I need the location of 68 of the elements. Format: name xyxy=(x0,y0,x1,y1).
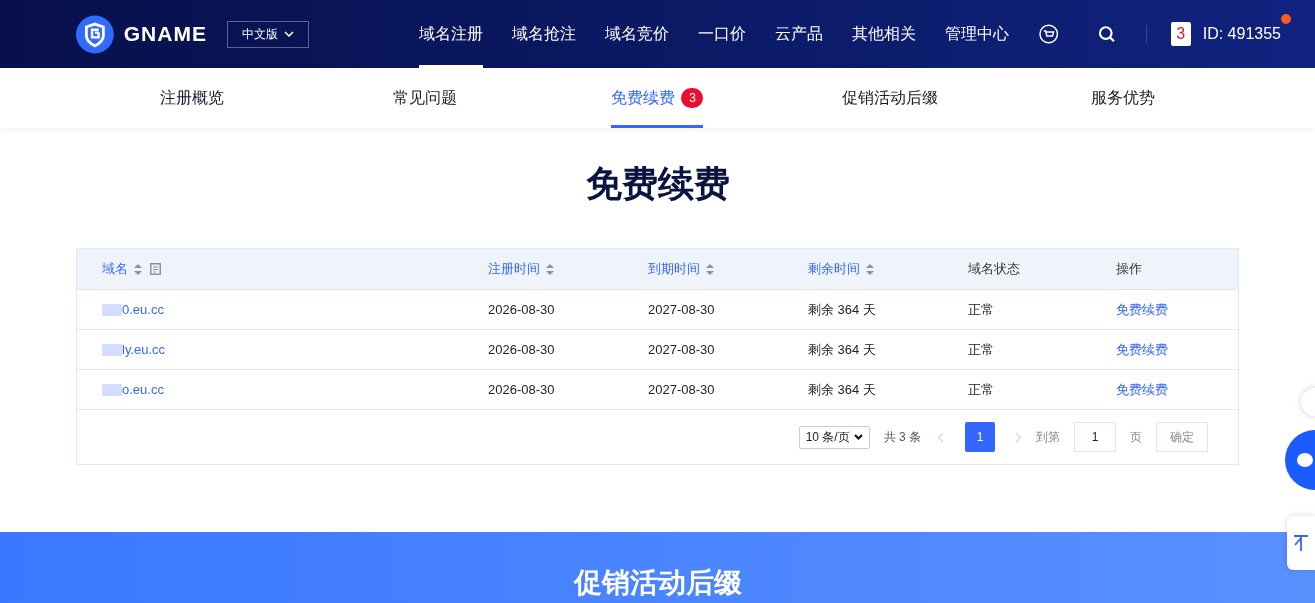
sort-icon[interactable] xyxy=(134,263,142,275)
page-button[interactable]: 1 xyxy=(965,422,995,452)
renew-link[interactable]: 免费续费 xyxy=(1116,341,1168,357)
chevron-down-icon xyxy=(853,434,863,440)
search-icon[interactable] xyxy=(1098,25,1116,43)
column-header[interactable]: 域名 xyxy=(102,259,128,279)
nav-link[interactable]: 域名抢注 xyxy=(511,0,576,68)
chat-bubble-icon[interactable] xyxy=(1285,430,1315,490)
sort-icon[interactable] xyxy=(546,263,554,275)
page-title: 免费续费 xyxy=(584,162,731,206)
nav-link[interactable]: 域名竞价 xyxy=(604,0,669,68)
sub-tab[interactable]: 注册概览 xyxy=(160,68,225,128)
column-header[interactable]: 剩余时间 xyxy=(808,259,860,279)
blurred-block xyxy=(102,303,122,316)
column-header: 域名状态 xyxy=(968,260,1020,279)
logo-text[interactable]: GNAME xyxy=(123,18,207,50)
sub-tab[interactable]: 免费续费 3 xyxy=(611,68,704,128)
table-cell-text: 2026-08-30 xyxy=(488,300,556,319)
renew-link[interactable]: 免费续费 xyxy=(1116,301,1168,317)
table-cell-text: 剩余 364 天 xyxy=(808,380,877,399)
playing-card-icon: 3 xyxy=(1170,22,1191,46)
sort-icon[interactable] xyxy=(866,263,874,275)
nav-link[interactable]: 域名注册 xyxy=(418,0,483,68)
column-header[interactable]: 到期时间 xyxy=(648,259,700,279)
blurred-block xyxy=(102,383,122,396)
table-cell-text: 2027-08-30 xyxy=(648,340,716,359)
chevron-down-icon xyxy=(283,31,294,37)
user-id[interactable]: ID: 491355 xyxy=(1202,22,1285,46)
document-icon[interactable] xyxy=(150,263,161,275)
page-size-select[interactable]: 10 条/页 xyxy=(798,425,870,449)
language-dropdown[interactable]: 中文版 xyxy=(226,20,309,48)
table-cell-text: 正常 xyxy=(968,340,995,359)
table-cell-text: 2026-08-30 xyxy=(488,340,556,359)
column-header[interactable]: 注册时间 xyxy=(488,259,540,279)
sub-tab[interactable]: 服务优势 xyxy=(1090,68,1155,128)
confirm-button[interactable]: 确定 xyxy=(1156,422,1208,452)
goto-label: 到第 xyxy=(1036,429,1060,446)
renew-link[interactable]: 免费续费 xyxy=(1116,381,1168,397)
nav-link[interactable]: 管理中心 xyxy=(944,0,1009,68)
table-cell-text: 正常 xyxy=(968,380,995,399)
sort-icon[interactable] xyxy=(706,263,714,275)
domain-link[interactable]: o.eu.cc xyxy=(122,379,164,400)
shield-logo-icon[interactable] xyxy=(76,14,114,54)
section-title: 促销活动后缀 xyxy=(573,566,742,600)
table-cell-text: 2026-08-30 xyxy=(488,380,556,399)
nav-link[interactable]: 云产品 xyxy=(774,0,823,68)
nav-link[interactable]: 其他相关 xyxy=(851,0,916,68)
blurred-block xyxy=(102,343,122,356)
table-cell-text: 剩余 364 天 xyxy=(808,300,877,319)
page-input[interactable]: 1 xyxy=(1074,422,1116,452)
total-count: 共 3 条 xyxy=(883,429,921,446)
table-cell-text: 2027-08-30 xyxy=(648,300,716,319)
domain-link[interactable]: 0.eu.cc xyxy=(122,299,164,320)
count-badge: 3 xyxy=(681,88,704,108)
nav-link[interactable]: 一口价 xyxy=(697,0,746,68)
table-cell-text: 剩余 364 天 xyxy=(808,340,877,359)
chevron-right-icon[interactable] xyxy=(1015,431,1022,443)
sub-tab[interactable]: 常见问题 xyxy=(392,68,457,128)
sub-tab[interactable]: 促销活动后缀 xyxy=(842,68,939,128)
arrow-up-icon xyxy=(1294,535,1308,551)
domain-link[interactable]: ly.eu.cc xyxy=(122,339,166,360)
page-suffix: 页 xyxy=(1130,429,1142,446)
cart-icon[interactable] xyxy=(1038,24,1059,44)
table-cell-text: 正常 xyxy=(968,300,995,319)
column-header: 操作 xyxy=(1116,260,1142,279)
back-to-top-button[interactable] xyxy=(1287,516,1315,570)
table-cell-text: 2027-08-30 xyxy=(648,380,716,399)
chevron-left-icon[interactable] xyxy=(937,431,944,443)
